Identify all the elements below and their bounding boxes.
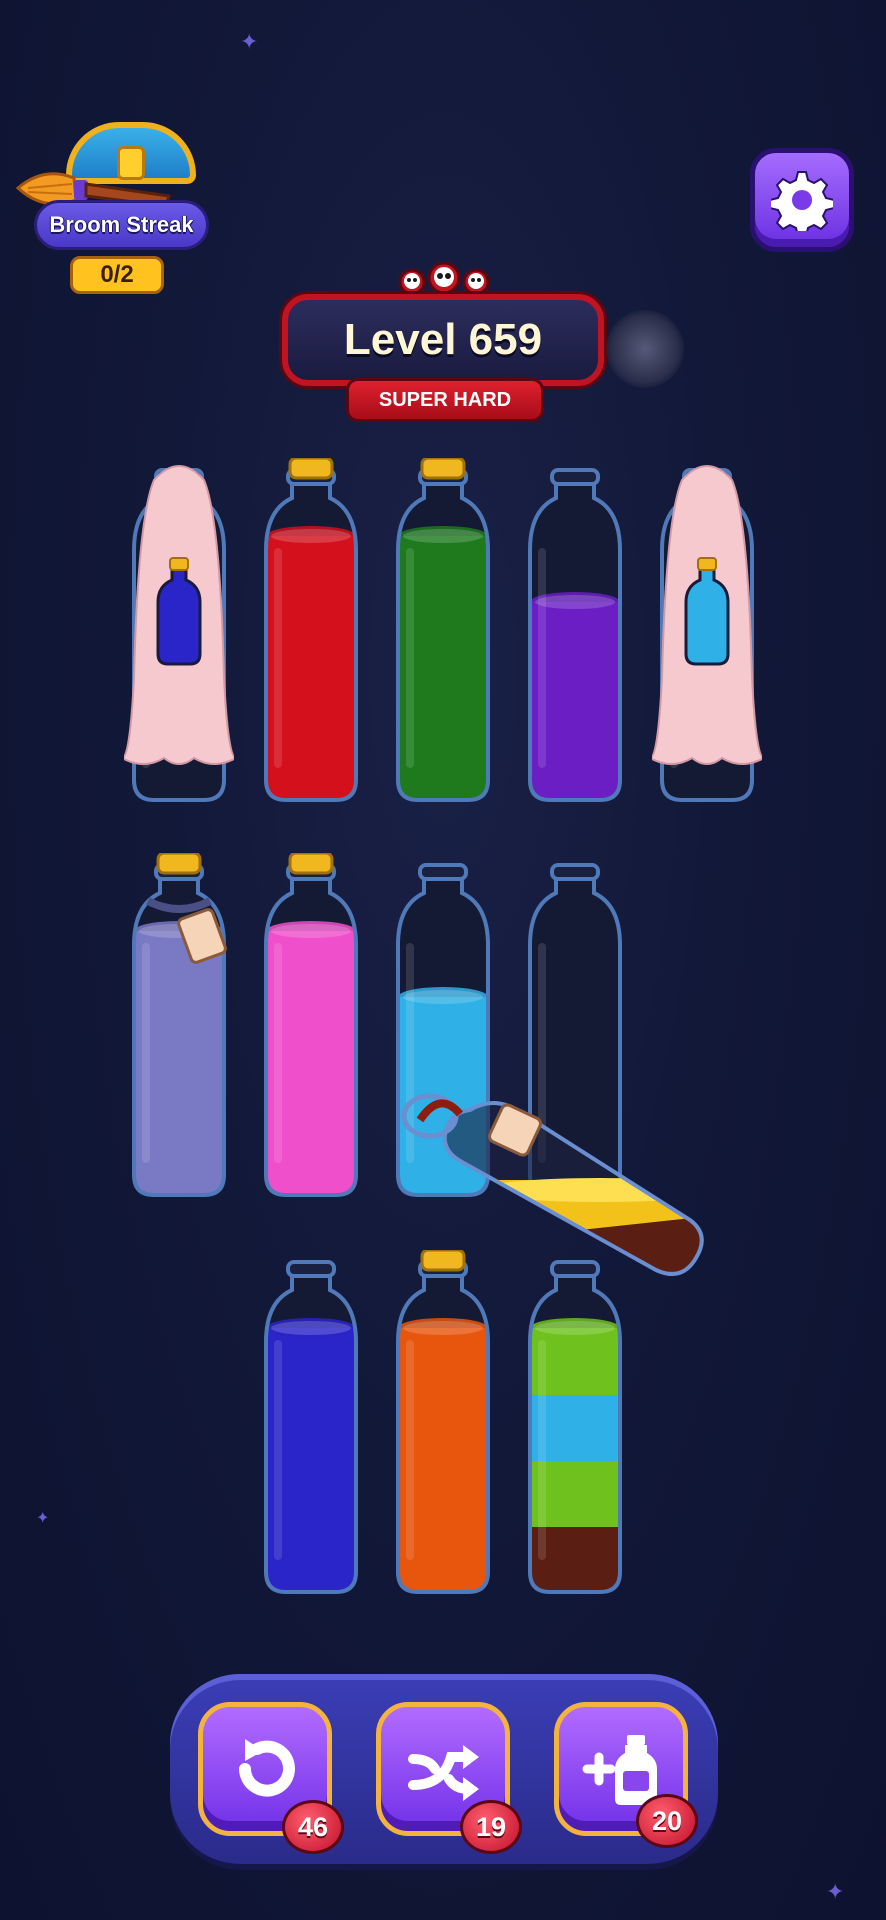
undo-count: 46 <box>297 1811 329 1842</box>
gear-icon <box>771 171 833 231</box>
liquid-layer-cyan <box>398 997 488 1064</box>
bottle-r3b1[interactable] <box>256 1250 366 1600</box>
bottle-r1b5[interactable] <box>652 458 762 808</box>
bottle-r1b1[interactable] <box>124 458 234 808</box>
level-title: Level 659 <box>343 315 543 364</box>
shuffle-count-badge: 19 <box>460 1800 522 1854</box>
liquid-layer-green <box>398 734 488 800</box>
bottle-r1b4[interactable] <box>520 458 630 808</box>
sparkle-star: ✦ <box>36 1508 50 1527</box>
add-bottle-count: 20 <box>651 1805 683 1836</box>
liquid-layer-brown <box>530 1526 620 1592</box>
liquid-layer-green <box>398 536 488 603</box>
cork-icon <box>288 853 334 875</box>
streak-count-badge: 0/2 <box>70 256 164 294</box>
cork-icon <box>156 853 202 875</box>
difficulty-label: SUPER HARD <box>378 388 512 411</box>
undo-arrow-icon <box>239 1739 295 1797</box>
cork-icon <box>420 458 466 480</box>
liquid-layer-green <box>398 668 488 735</box>
liquid-layer-lavender <box>134 1063 224 1130</box>
liquid-layer-lavender <box>134 1129 224 1195</box>
liquid-layer-blue <box>266 1394 356 1461</box>
level-banner: Level 659 <box>282 294 604 386</box>
liquid-layer-red <box>266 668 356 735</box>
difficulty-badge: SUPER HARD <box>346 378 544 422</box>
liquid-layer-pink <box>266 931 356 998</box>
cork-icon <box>288 458 334 480</box>
liquid-layer-lavender <box>134 997 224 1064</box>
sparkle-star: ✦ <box>826 1880 845 1905</box>
liquid-layer-lime <box>530 1328 620 1395</box>
liquid-layer-pink <box>266 1129 356 1195</box>
liquid-layer-blue <box>266 1460 356 1527</box>
liquid-layer-pink <box>266 1063 356 1130</box>
liquid-layer-purple <box>530 668 620 735</box>
streak-label: Broom Streak <box>49 212 194 237</box>
liquid-layer-orange <box>398 1394 488 1461</box>
bottle-r2b2[interactable] <box>256 853 366 1203</box>
bottle-r1b2[interactable] <box>256 458 366 808</box>
skull-difficulty-icons <box>398 262 490 296</box>
streak-count: 0/2 <box>100 261 134 288</box>
liquid-layer-purple <box>530 602 620 669</box>
liquid-layer-red <box>266 602 356 669</box>
liquid-layer-orange <box>398 1328 488 1395</box>
liquid-layer-blue <box>266 1526 356 1592</box>
hint-orb-icon[interactable] <box>606 310 684 388</box>
pouring-bottle[interactable] <box>400 1080 720 1320</box>
liquid-layer-cyan <box>530 1394 620 1461</box>
broom-streak-widget[interactable]: Broom Streak 0/2 <box>14 118 209 303</box>
liquid-layer-lime <box>530 1460 620 1527</box>
settings-button[interactable] <box>750 148 854 252</box>
shuffle-count: 19 <box>475 1811 507 1842</box>
liquid-layer-red <box>266 734 356 800</box>
liquid-layer-red <box>266 536 356 603</box>
liquid-layer-pink <box>266 997 356 1064</box>
sparkle-star: ✦ <box>240 30 259 55</box>
liquid-layer-orange <box>398 1526 488 1592</box>
liquid-layer-purple <box>530 734 620 800</box>
undo-count-badge: 46 <box>282 1800 344 1854</box>
liquid-layer-orange <box>398 1460 488 1527</box>
add-bottle-count-badge: 20 <box>636 1794 698 1848</box>
streak-label-plate: Broom Streak <box>34 200 209 250</box>
bottle-r1b3[interactable] <box>388 458 498 808</box>
liquid-layer-green <box>398 602 488 669</box>
shuffle-arrows-icon <box>408 1745 479 1801</box>
plus-bottle-icon <box>582 1735 657 1805</box>
bottle-r2b1[interactable] <box>124 853 234 1203</box>
liquid-layer-blue <box>266 1328 356 1395</box>
